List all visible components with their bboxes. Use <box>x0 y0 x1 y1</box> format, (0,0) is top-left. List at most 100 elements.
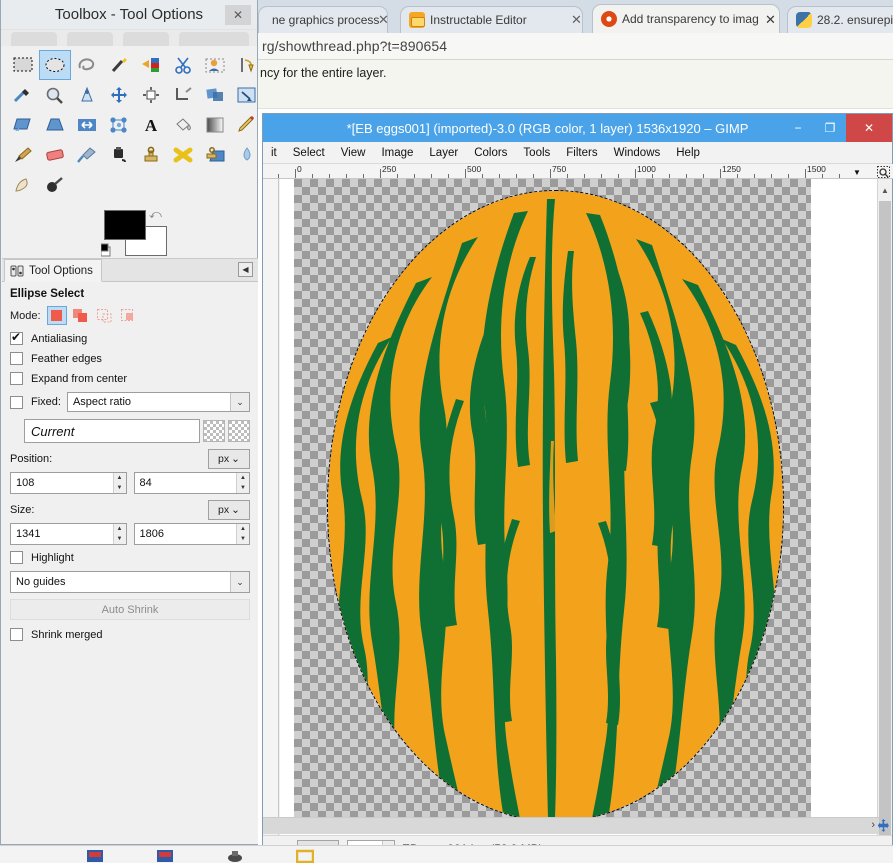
antialiasing-checkbox[interactable] <box>10 332 23 345</box>
add-to-selection-mode[interactable] <box>71 306 91 325</box>
browser-tab-3[interactable]: 28.2. ensurepip <box>787 6 893 33</box>
canvas-horizontal-scrollbar[interactable]: › <box>263 817 879 834</box>
menu-layer[interactable]: Layer <box>421 147 466 159</box>
alignment-tool[interactable] <box>135 80 167 110</box>
size-width-input[interactable]: 1341 ▲▼ <box>10 523 127 545</box>
crop-tool[interactable] <box>167 80 199 110</box>
fixed-row[interactable]: Fixed: Aspect ratio ⌄ <box>10 392 250 412</box>
subtract-from-selection-mode[interactable] <box>95 306 115 325</box>
browser-tab-0[interactable]: ne graphics process <box>258 6 388 33</box>
browser-tab-0-close-icon[interactable]: ✕ <box>378 12 389 28</box>
taskbar-app-icon-4[interactable] <box>296 849 314 863</box>
menu-tools[interactable]: Tools <box>515 147 558 159</box>
heal-tool[interactable] <box>167 140 199 170</box>
position-y-input[interactable]: 84 ▲▼ <box>134 472 251 494</box>
flip-tool[interactable] <box>71 110 103 140</box>
intersect-with-selection-mode[interactable] <box>119 306 139 325</box>
shrink-merged-row[interactable]: Shrink merged <box>10 628 250 641</box>
navigation-preview-icon[interactable] <box>876 817 891 834</box>
menu-select[interactable]: Select <box>285 147 333 159</box>
fixed-mode-select[interactable]: Aspect ratio ⌄ <box>67 392 250 412</box>
blur-sharpen-tool[interactable] <box>231 140 263 170</box>
browser-tab-1[interactable]: Instructable Editor <box>400 6 583 33</box>
menu-image[interactable]: Image <box>373 147 421 159</box>
browser-tab-2[interactable]: Add transparency to imag <box>592 4 780 33</box>
color-picker-tool[interactable] <box>7 80 39 110</box>
menu-edit[interactable]: it <box>263 147 285 159</box>
menu-colors[interactable]: Colors <box>466 147 515 159</box>
taskbar-app-icon-1[interactable] <box>86 849 104 863</box>
guides-select[interactable]: No guides ⌄ <box>10 571 250 593</box>
antialiasing-row[interactable]: Antialiasing <box>10 332 250 345</box>
perspective-clone-tool[interactable] <box>199 140 231 170</box>
menu-windows[interactable]: Windows <box>606 147 669 159</box>
menu-help[interactable]: Help <box>668 147 708 159</box>
size-height-input[interactable]: 1806 ▲▼ <box>134 523 251 545</box>
auto-shrink-button[interactable]: Auto Shrink <box>10 599 250 620</box>
scroll-up-icon[interactable]: ▲ <box>879 183 891 197</box>
expand-from-center-checkbox[interactable] <box>10 372 23 385</box>
free-select-tool[interactable] <box>71 50 103 80</box>
highlight-row[interactable]: Highlight <box>10 551 250 564</box>
scissors-select-tool[interactable] <box>167 50 199 80</box>
select-by-color-tool[interactable] <box>135 50 167 80</box>
size-height-stepper[interactable]: ▲▼ <box>236 524 249 544</box>
paths-tool[interactable] <box>231 50 263 80</box>
reset-colors-icon[interactable] <box>101 243 117 257</box>
position-x-input[interactable]: 108 ▲▼ <box>10 472 127 494</box>
position-y-stepper[interactable]: ▲▼ <box>236 473 249 493</box>
size-width-stepper[interactable]: ▲▼ <box>113 524 126 544</box>
cage-transform-tool[interactable] <box>103 110 135 140</box>
shrink-merged-checkbox[interactable] <box>10 628 23 641</box>
browser-tab-2-close-icon[interactable]: ✕ <box>765 12 776 28</box>
menu-view[interactable]: View <box>333 147 374 159</box>
fuzzy-select-tool[interactable] <box>103 50 135 80</box>
vertical-ruler[interactable] <box>263 179 279 863</box>
feather-edges-row[interactable]: Feather edges <box>10 352 250 365</box>
canvas-vertical-scrollbar[interactable]: ▲ ▼ <box>877 179 891 863</box>
rect-select-tool[interactable] <box>7 50 39 80</box>
foreground-color-swatch[interactable] <box>104 210 146 240</box>
dock-menu-button[interactable]: ◀ <box>238 262 253 277</box>
image-canvas[interactable] <box>280 179 878 863</box>
replace-selection-mode[interactable] <box>47 306 67 325</box>
pencil-tool[interactable] <box>231 110 263 140</box>
position-unit-select[interactable]: px ⌄ <box>208 449 250 469</box>
gradient-tool[interactable] <box>199 110 231 140</box>
horizontal-ruler[interactable]: 0 250 500 750 1000 1250 1500 ▼ <box>263 164 893 179</box>
ellipse-select-tool[interactable] <box>39 50 71 80</box>
aspect-ratio-input[interactable]: Current <box>24 419 200 443</box>
airbrush-tool[interactable] <box>71 140 103 170</box>
portrait-orientation-button[interactable] <box>203 420 225 442</box>
ink-tool[interactable] <box>103 140 135 170</box>
feather-edges-checkbox[interactable] <box>10 352 23 365</box>
browser-tab-1-close-icon[interactable]: ✕ <box>571 12 582 28</box>
paintbrush-tool[interactable] <box>7 140 39 170</box>
bucket-fill-tool[interactable] <box>167 110 199 140</box>
swap-colors-icon[interactable]: ⤺ <box>149 207 162 222</box>
expand-from-center-row[interactable]: Expand from center <box>10 372 250 385</box>
chevron-down-icon[interactable]: ⌄ <box>230 393 249 411</box>
fixed-checkbox[interactable] <box>10 396 23 409</box>
text-tool[interactable]: A <box>135 110 167 140</box>
chevron-down-icon[interactable]: ⌄ <box>230 572 249 592</box>
foreground-select-tool[interactable] <box>199 50 231 80</box>
maximize-button[interactable]: ❐ <box>814 114 846 142</box>
smudge-tool[interactable] <box>7 170 39 200</box>
tab-tool-options[interactable]: Tool Options <box>4 259 102 282</box>
taskbar-app-icon-2[interactable] <box>156 849 174 863</box>
minimize-button[interactable]: − <box>782 114 814 142</box>
size-unit-select[interactable]: px ⌄ <box>208 500 250 520</box>
perspective-tool[interactable] <box>39 110 71 140</box>
position-x-stepper[interactable]: ▲▼ <box>113 473 126 493</box>
quickmask-toggle-icon[interactable] <box>875 165 891 179</box>
highlight-checkbox[interactable] <box>10 551 23 564</box>
scale-tool[interactable] <box>231 80 263 110</box>
menu-filters[interactable]: Filters <box>558 147 605 159</box>
zoom-tool[interactable] <box>39 80 71 110</box>
ellipse-selection[interactable] <box>328 191 783 821</box>
rotate-tool[interactable] <box>199 80 231 110</box>
close-icon[interactable]: ✕ <box>225 5 251 25</box>
measure-tool[interactable] <box>71 80 103 110</box>
eraser-tool[interactable] <box>39 140 71 170</box>
